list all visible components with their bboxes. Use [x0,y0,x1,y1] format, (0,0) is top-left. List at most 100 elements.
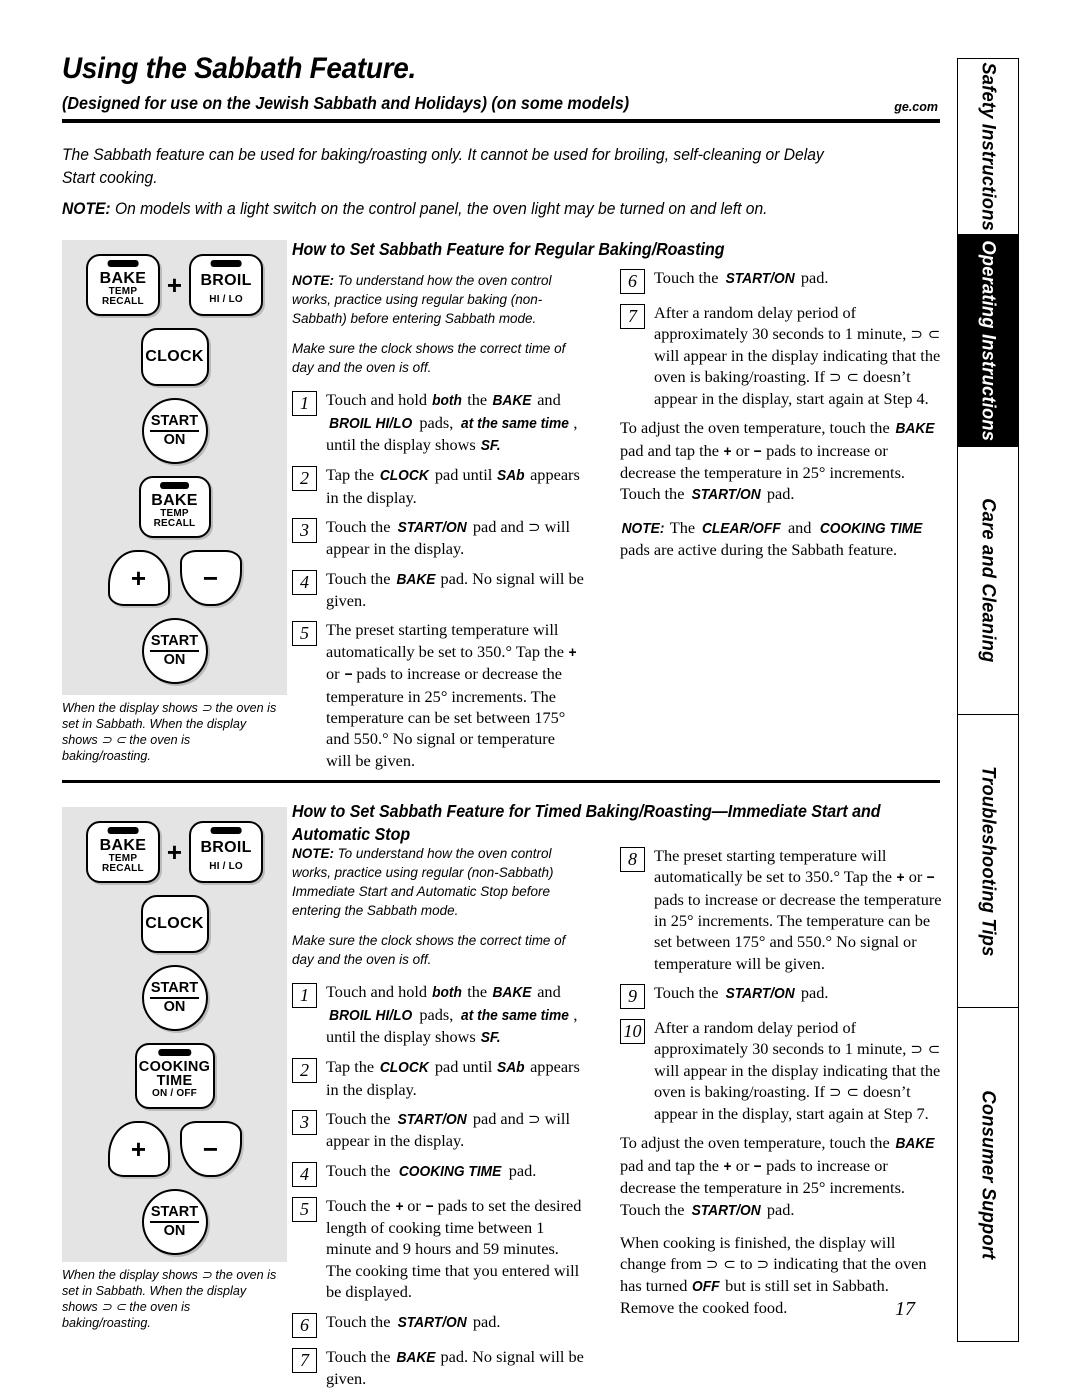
tab-operating-instructions[interactable]: Operating Instructions [957,234,1019,448]
start-label-2: START [149,980,200,999]
intro-paragraph: The Sabbath feature can be used for baki… [62,146,824,187]
start-on-pad-top-2[interactable]: START ON [141,965,208,1031]
step-text: Touch the START/ON pad. [654,268,829,287]
broil-pad-2[interactable]: BROIL HI / LO [189,821,264,883]
tab-troubleshooting-tips[interactable]: Troubleshooting Tips [957,713,1019,1009]
minus-pad[interactable]: − [179,550,242,606]
bake-pad-2[interactable]: BAKE TEMP RECALL [85,821,160,883]
step-text: After a random delay period of approxima… [654,303,941,408]
step-number: 2 [292,1058,317,1084]
section-divider [62,780,940,783]
broil-pad[interactable]: BROIL HI / LO [189,254,264,316]
tab-consumer-support[interactable]: Consumer Support [957,1007,1019,1343]
bake2-indicator-icon [159,482,190,489]
section-1-steps-left: 1 Touch and hold both the BAKE and BROIL … [292,389,584,771]
page-number: 17 [895,1298,915,1320]
start-label: START [149,413,200,432]
step-text: Touch and hold both the BAKE and BROIL H… [326,982,578,1046]
section-1-steps-right: 6 Touch the START/ON pad. 7 After a random … [620,267,942,409]
section-1-final-note: NOTE: The CLEAR/OFF and COOKING TIME pad… [620,517,922,560]
step-text: After a random delay period of approxima… [654,1018,941,1124]
step-item: 5 Touch the + or − pads to set the desire… [292,1195,584,1303]
step-item: 6 Touch the START/ON pad. [292,1311,584,1338]
page-subtitle: (Designed for use on the Jewish Sabbath … [62,93,630,113]
step-number: 1 [292,391,317,417]
plus-minus-row: + − [62,550,287,606]
step-item: 8 The preset starting temperature will au… [620,845,942,974]
bake2-pad-sub2: RECALL [153,518,196,529]
start-on-pad-bottom[interactable]: START ON [141,618,208,684]
step-text: Touch the START/ON pad. [326,1311,501,1331]
minus-pad-2[interactable]: − [179,1121,242,1177]
bake-pad-second[interactable]: BAKE TEMP RECALL [138,476,211,538]
step-number: 10 [620,1019,645,1045]
header-divider [62,119,940,123]
step-number: 7 [292,1347,317,1373]
tab-label: Consumer Support [977,1090,1000,1260]
step-text: Touch the + or − pads to set the desired… [326,1195,582,1302]
on-label: ON [163,431,186,448]
step-item: 7 After a random delay period of approxim… [620,302,942,409]
start2-label: START [149,633,200,652]
plus-combiner-icon: + [166,269,183,300]
bake-indicator-icon [107,260,139,267]
page-header: Using the Sabbath Feature. (Designed for… [62,52,940,123]
ge-com-link[interactable]: ge.com [894,100,940,114]
step-text: Tap the CLOCK pad until SAb appears in t… [326,1057,580,1099]
section-2-right-column: 8 The preset starting temperature will au… [620,845,942,1330]
step-item: 5 The preset starting temperature will au… [292,619,584,770]
manual-page: Using the Sabbath Feature. (Designed for… [0,0,1080,1397]
section-2-note: NOTE: To understand how the oven control… [292,845,569,921]
clock-pad-label: CLOCK [145,348,204,365]
step-number: 8 [620,847,645,872]
step-item: 3 Touch the START/ON pad and ⊃ will appea… [292,516,584,560]
step-text: Touch and hold both the BAKE and BROIL H… [326,390,578,454]
start-on-pad-bottom-2[interactable]: START ON [141,1189,208,1255]
step-text: Touch the COOKING TIME pad. [326,1160,537,1180]
subtitle-row: (Designed for use on the Jewish Sabbath … [62,93,940,114]
step-item: 6 Touch the START/ON pad. [620,267,942,294]
step-text: Touch the START/ON pad and ⊃ will appear… [326,1109,570,1151]
step-item: 4 Touch the BAKE pad. No signal will be g… [292,568,584,612]
tab-care-and-cleaning[interactable]: Care and Cleaning [957,445,1019,716]
tab-label: Troubleshooting Tips [977,766,1000,957]
on2-label-2: ON [163,1222,186,1239]
section-1-note-label: NOTE: [292,273,334,289]
panel-2-caption: When the display shows ⊃ the oven is set… [62,1268,277,1331]
bake-indicator-icon-2 [107,827,139,834]
clock-pad[interactable]: CLOCK [140,328,209,386]
bake-pad[interactable]: BAKE TEMP RECALL [85,254,160,316]
step-item: 1 Touch and hold both the BAKE and BROIL … [292,981,584,1048]
step-number: 3 [292,518,317,543]
step-number: 5 [292,621,317,647]
section-2-left-column: NOTE: To understand how the oven control… [292,845,584,1397]
control-panel-diagram-2: BAKE TEMP RECALL + BROIL HI / LO CLOCK S… [62,807,287,1262]
cooking-time-label2: TIME [156,1073,193,1090]
section-1-left-column: NOTE: To understand how the oven control… [292,272,584,779]
clock-pad-2[interactable]: CLOCK [140,895,209,953]
step-item: 1 Touch and hold both the BAKE and BROIL … [292,389,584,456]
plus-combiner-icon-2: + [166,836,183,867]
cooking-time-pad[interactable]: COOKING TIME ON / OFF [134,1043,215,1109]
clock-pad-label-2: CLOCK [145,915,204,932]
bake-pad-label: BAKE [99,269,147,287]
plus-pad[interactable]: + [107,550,170,606]
section-tab-strip: Safety Instructions Operating Instruction… [957,58,1019,1346]
tab-safety-instructions[interactable]: Safety Instructions [957,58,1019,236]
plus-pad-2[interactable]: + [107,1121,170,1177]
note-light-switch: NOTE: On models with a light switch on t… [62,198,897,220]
section-2-finish-paragraph: When cooking is finished, the display wi… [620,1232,927,1318]
step-text: Touch the BAKE pad. No signal will be gi… [326,1346,584,1388]
step-item: 3 Touch the START/ON pad and ⊃ will appea… [292,1108,584,1152]
start-on-pad-top[interactable]: START ON [141,398,208,464]
note-text: On models with a light switch on the con… [110,200,768,218]
panel-1-caption: When the display shows ⊃ the oven is set… [62,701,277,764]
step-item: 2 Tap the CLOCK pad until SAb appears in … [292,464,584,508]
step-text: Touch the START/ON pad. [654,983,829,1003]
broil-pad-sub-2: HI / LO [209,860,243,872]
step-number: 7 [620,304,645,329]
tab-label: Safety Instructions [977,62,1000,232]
cooking-time-sub: ON / OFF [152,1087,197,1099]
page-title: Using the Sabbath Feature. [62,52,416,85]
step-number: 9 [620,984,645,1010]
